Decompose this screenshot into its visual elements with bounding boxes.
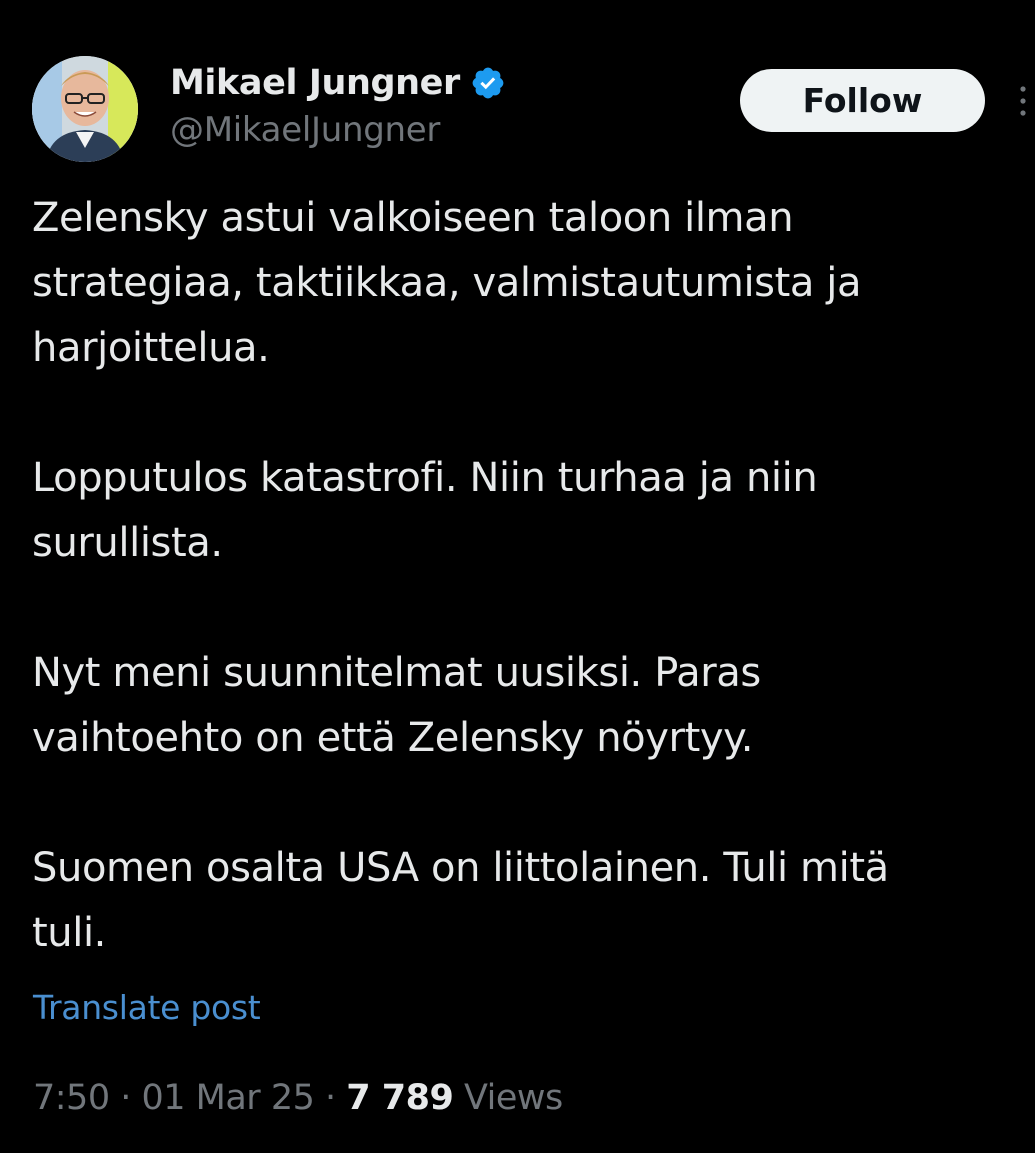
author-display-name[interactable]: Mikael Jungner — [170, 63, 460, 103]
post-paragraph: Zelensky astui valkoiseen taloon ilman s… — [32, 195, 862, 371]
verified-badge-icon[interactable] — [470, 65, 506, 101]
tweet-card: Mikael Jungner @MikaelJungner Follow Zel… — [0, 0, 1035, 1153]
views-count: 7 789 — [346, 1078, 454, 1118]
avatar-image — [32, 56, 138, 162]
follow-button[interactable]: Follow — [740, 69, 985, 132]
post-paragraph: Nyt meni suunnitelmat uusiksi. Paras vai… — [32, 650, 761, 761]
author-handle[interactable]: @MikaelJungner — [170, 110, 506, 150]
post-paragraph: Lopputulos katastrofi. Niin turhaa ja ni… — [32, 455, 818, 566]
author-info: Mikael Jungner @MikaelJungner — [170, 60, 506, 150]
avatar[interactable] — [32, 56, 138, 162]
name-row: Mikael Jungner — [170, 60, 506, 106]
post-time[interactable]: 7:50 — [33, 1078, 110, 1118]
post-metadata: 7:50 · 01 Mar 25 · 7 789 Views — [33, 1078, 563, 1118]
views-label: Views — [464, 1078, 563, 1118]
meta-separator: · — [109, 1078, 142, 1118]
post-date[interactable]: 01 Mar 25 — [142, 1078, 315, 1118]
post-text: Zelensky astui valkoiseen taloon ilman s… — [32, 186, 1035, 966]
meta-separator: · — [314, 1078, 347, 1118]
more-vertical-icon[interactable] — [1016, 84, 1030, 118]
translate-post-link[interactable]: Translate post — [33, 988, 261, 1027]
post-paragraph: Suomen osalta USA on liittolainen. Tuli … — [32, 845, 889, 956]
